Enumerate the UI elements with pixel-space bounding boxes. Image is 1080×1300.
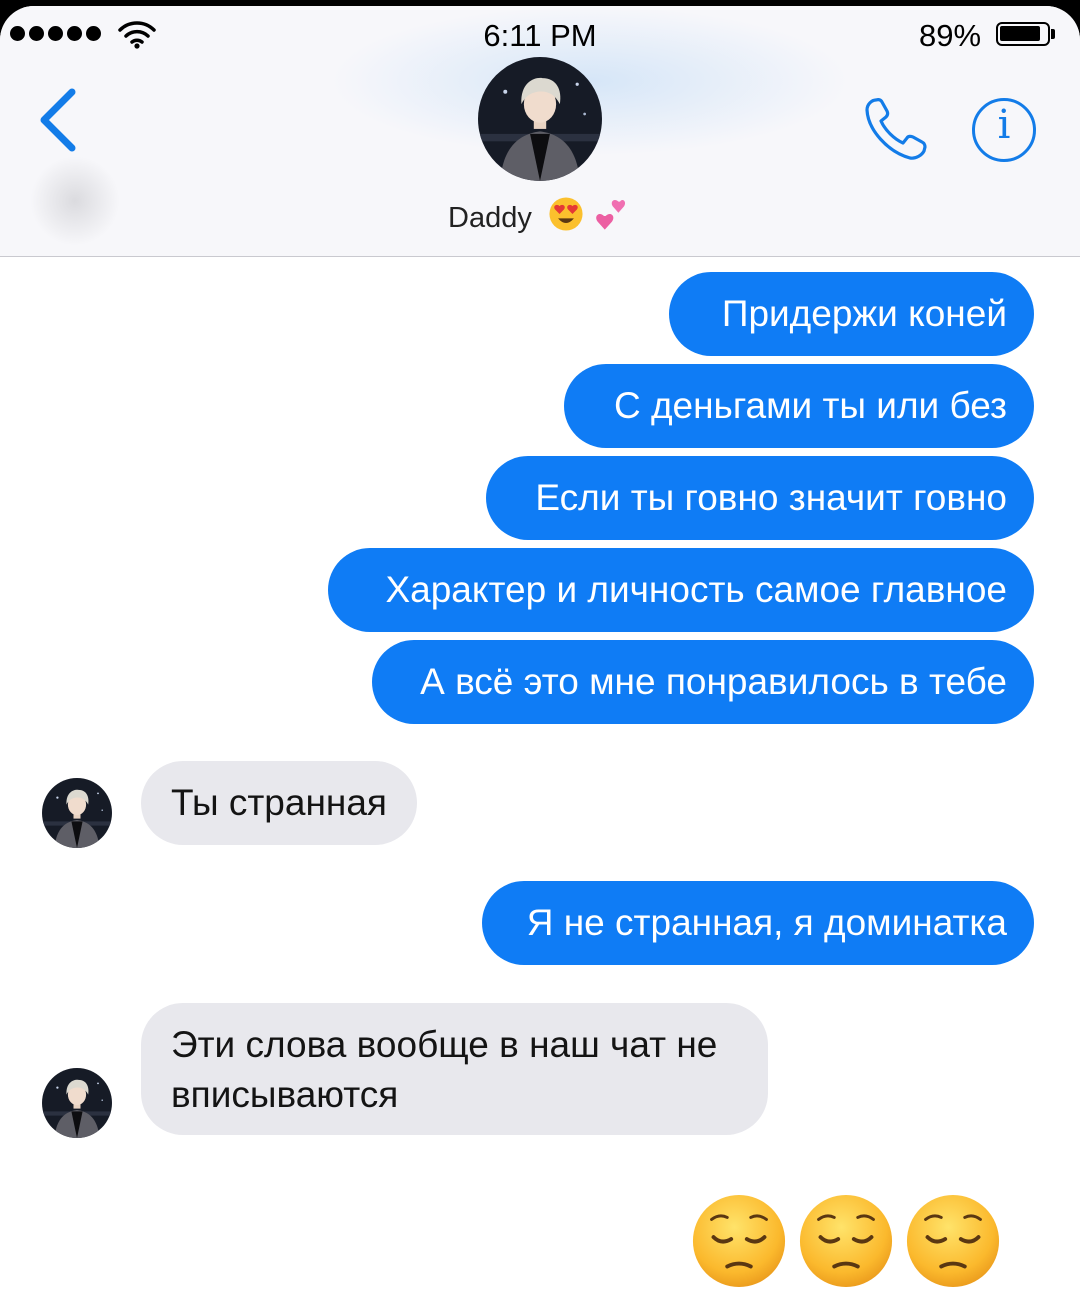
received-message-bubble[interactable]: Ты странная: [141, 761, 417, 845]
contact-avatar-small[interactable]: [42, 1068, 112, 1138]
back-button[interactable]: [30, 84, 90, 164]
pensive-face-emoji-icon: [904, 1192, 1002, 1290]
conversation-header: 6:11 PM 89% Daddy i: [0, 6, 1080, 257]
sent-message-bubble[interactable]: А всё это мне понравилось в тебе: [372, 640, 1034, 724]
message-text: Придержи коней: [721, 293, 1007, 334]
contact-name-row[interactable]: Daddy: [0, 196, 1080, 240]
heart-eyes-emoji-icon: [548, 196, 584, 240]
battery-icon: [996, 22, 1050, 46]
battery-tip: [1051, 29, 1055, 39]
message-text-line: Эти слова вообще в наш чат не: [171, 1024, 718, 1065]
contact-avatar[interactable]: [478, 57, 602, 181]
pensive-face-emoji-icon: [797, 1192, 895, 1290]
contact-avatar-small[interactable]: [42, 778, 112, 848]
back-chevron-icon: [40, 88, 76, 152]
message-text: С деньгами ты или без: [613, 385, 1007, 426]
phone-icon: [865, 98, 927, 160]
message-text: А всё это мне понравилось в тебе: [420, 661, 1007, 702]
info-button[interactable]: i: [970, 96, 1040, 166]
call-button[interactable]: [858, 94, 934, 164]
sent-emoji-message[interactable]: [690, 1192, 1002, 1290]
status-time: 6:11 PM: [483, 18, 597, 53]
info-icon-glyph: i: [997, 102, 1011, 148]
sent-message-bubble[interactable]: Если ты говно значит говно: [486, 456, 1034, 540]
messages-screen: 6:11 PM 89% Daddy i Придержи коней С ден…: [0, 6, 1080, 1300]
two-hearts-emoji-icon: [592, 196, 632, 240]
message-text: Характер и личность самое главное: [385, 569, 1007, 610]
sent-message-bubble[interactable]: Характер и личность самое главное: [328, 548, 1034, 632]
status-bar: 6:11 PM 89%: [0, 6, 1080, 56]
pensive-face-emoji-icon: [690, 1192, 788, 1290]
message-text-line: вписываются: [171, 1074, 399, 1115]
battery-level-fill: [1000, 26, 1040, 41]
received-message-bubble[interactable]: Эти слова вообще в наш чат не вписываютс…: [141, 1003, 768, 1135]
battery-percent: 89%: [919, 18, 982, 53]
contact-name: Daddy: [448, 201, 532, 234]
message-text: Ты странная: [171, 782, 387, 823]
sent-message-bubble[interactable]: Придержи коней: [669, 272, 1034, 356]
sent-message-bubble[interactable]: Я не странная, я доминатка: [482, 881, 1034, 965]
message-text: Я не странная, я доминатка: [526, 902, 1007, 943]
message-text: Если ты говно значит говно: [535, 477, 1007, 518]
sent-message-bubble[interactable]: С деньгами ты или без: [564, 364, 1034, 448]
